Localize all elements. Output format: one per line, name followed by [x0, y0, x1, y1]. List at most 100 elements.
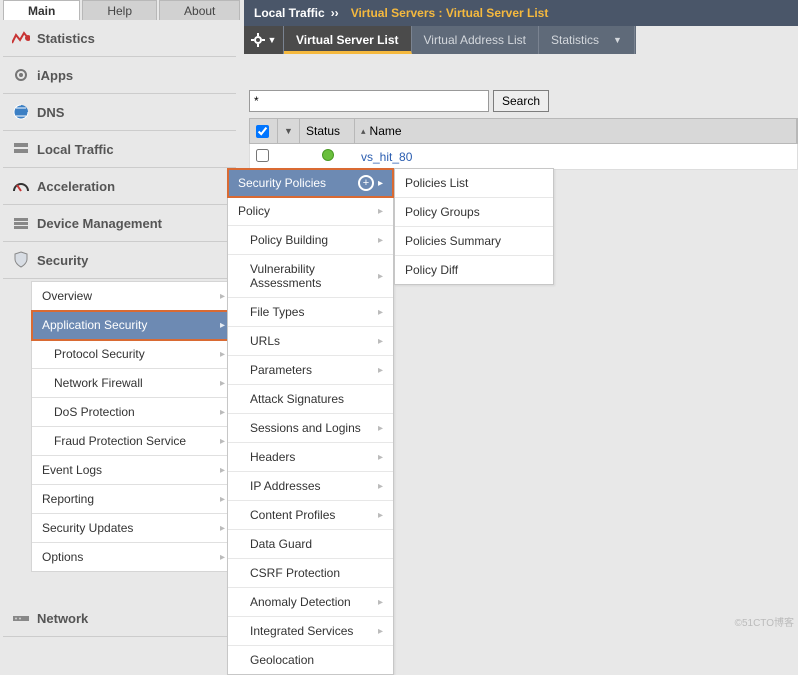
sidebar-acceleration[interactable]: Acceleration: [3, 168, 236, 205]
sidebar-label: Acceleration: [37, 179, 115, 194]
caret-icon: ▸: [378, 510, 383, 521]
fly-attack-signatures[interactable]: Attack Signatures: [228, 385, 393, 414]
sidebar-label: Network: [37, 611, 88, 626]
fly-parameters[interactable]: Parameters▸: [228, 356, 393, 385]
server-icon: [11, 140, 31, 158]
watermark: ©51CTO博客: [735, 614, 794, 629]
fly-policy-building[interactable]: Policy Building▸: [228, 226, 393, 255]
fly-headers[interactable]: Headers▸: [228, 443, 393, 472]
search-button[interactable]: Search: [493, 90, 549, 112]
breadcrumb-current: Virtual Servers : Virtual Server List: [351, 6, 549, 20]
caret-icon: ▸: [378, 423, 383, 434]
gear-icon: [251, 33, 265, 47]
subtab-statistics[interactable]: Statistics▼: [539, 26, 635, 54]
sidebar-device-mgmt[interactable]: Device Management: [3, 205, 236, 242]
row-checkbox[interactable]: [256, 149, 269, 162]
submenu-security-updates[interactable]: Security Updates▸: [32, 514, 235, 543]
col-status[interactable]: Status: [300, 119, 355, 143]
submenu-protocol-security[interactable]: Protocol Security▸: [32, 340, 235, 369]
fly-file-types[interactable]: File Types▸: [228, 298, 393, 327]
fly-ip-addresses[interactable]: IP Addresses▸: [228, 472, 393, 501]
caret-icon: ▸: [378, 235, 383, 246]
caret-icon: ▸: [220, 494, 225, 505]
submenu-event-logs[interactable]: Event Logs▸: [32, 456, 235, 485]
filter-toggle[interactable]: ▼: [278, 119, 300, 143]
sidebar-label: Local Traffic: [37, 142, 114, 157]
submenu-reporting[interactable]: Reporting▸: [32, 485, 235, 514]
sidebar: Statistics iApps DNS Local Traffic Accel…: [3, 20, 236, 637]
submenu-fraud-protection[interactable]: Fraud Protection Service▸: [32, 427, 235, 456]
submenu-network-firewall[interactable]: Network Firewall▸: [32, 369, 235, 398]
caret-icon: ▸: [378, 365, 383, 376]
caret-icon: ▸: [378, 481, 383, 492]
virtual-server-link[interactable]: vs_hit_80: [355, 150, 797, 164]
caret-icon: ▸: [220, 349, 225, 360]
search-input[interactable]: [249, 90, 489, 112]
caret-icon: ▸: [220, 552, 225, 563]
stack-icon: [11, 214, 31, 232]
caret-down-icon: ▼: [268, 35, 277, 45]
breadcrumb: Local Traffic ›› Virtual Servers : Virtu…: [244, 0, 798, 26]
fly-integrated-services[interactable]: Integrated Services▸: [228, 617, 393, 646]
sidebar-label: iApps: [37, 68, 73, 83]
submenu-application-security[interactable]: Application Security▸: [32, 311, 235, 340]
shield-icon: [11, 251, 31, 269]
fly-sessions-logins[interactable]: Sessions and Logins▸: [228, 414, 393, 443]
caret-icon: ▸: [378, 271, 383, 282]
col-name[interactable]: ▴Name: [355, 119, 797, 143]
caret-icon: ▸: [378, 452, 383, 463]
caret-icon: ▸: [378, 307, 383, 318]
sidebar-network[interactable]: Network: [3, 600, 236, 637]
tab-help[interactable]: Help: [82, 0, 157, 20]
submenu-overview[interactable]: Overview▸: [32, 282, 235, 311]
security-submenu: Overview▸ Application Security▸ Protocol…: [31, 281, 236, 572]
flyout-header-security-policies[interactable]: Security Policies + ▸: [228, 169, 393, 197]
caret-icon: ▸: [220, 378, 225, 389]
caret-icon: ▸: [378, 206, 383, 217]
grid-header: ▼ Status ▴Name: [249, 118, 798, 144]
network-icon: [11, 609, 31, 627]
fly2-policy-diff[interactable]: Policy Diff: [395, 256, 553, 284]
sidebar-iapps[interactable]: iApps: [3, 57, 236, 94]
fly-geolocation[interactable]: Geolocation: [228, 646, 393, 674]
caret-icon: ▸: [378, 178, 383, 189]
fly2-policy-groups[interactable]: Policy Groups: [395, 198, 553, 227]
sidebar-statistics[interactable]: Statistics: [3, 20, 236, 57]
fly2-policies-summary[interactable]: Policies Summary: [395, 227, 553, 256]
sidebar-label: Security: [37, 253, 88, 268]
fly-anomaly-detection[interactable]: Anomaly Detection▸: [228, 588, 393, 617]
add-icon[interactable]: +: [358, 175, 374, 191]
status-available-icon: [322, 149, 334, 161]
fly-content-profiles[interactable]: Content Profiles▸: [228, 501, 393, 530]
fly2-policies-list[interactable]: Policies List: [395, 169, 553, 198]
sub-tab-bar: ▼ Virtual Server List Virtual Address Li…: [244, 26, 636, 54]
sidebar-dns[interactable]: DNS: [3, 94, 236, 131]
gear-icon: [11, 66, 31, 84]
sidebar-security[interactable]: Security: [3, 242, 236, 279]
stats-icon: [11, 29, 31, 47]
tab-main[interactable]: Main: [3, 0, 80, 20]
subtab-virtual-address-list[interactable]: Virtual Address List: [412, 26, 540, 54]
globe-icon: [11, 103, 31, 121]
settings-dropdown[interactable]: ▼: [244, 26, 284, 54]
fly-urls[interactable]: URLs▸: [228, 327, 393, 356]
sort-asc-icon: ▴: [361, 126, 366, 137]
sidebar-label: Statistics: [37, 31, 95, 46]
select-all-checkbox[interactable]: [256, 125, 269, 138]
flyout-appsec: Security Policies + ▸ Policy▸ Policy Bui…: [227, 168, 394, 675]
fly-vulnerability-assessments[interactable]: Vulnerability Assessments▸: [228, 255, 393, 298]
subtab-virtual-server-list[interactable]: Virtual Server List: [284, 26, 412, 54]
table-row: vs_hit_80: [249, 144, 798, 170]
fly-policy[interactable]: Policy▸: [228, 197, 393, 226]
caret-icon: ▸: [220, 523, 225, 534]
breadcrumb-root: Local Traffic: [254, 6, 325, 20]
submenu-dos-protection[interactable]: DoS Protection▸: [32, 398, 235, 427]
sidebar-local-traffic[interactable]: Local Traffic: [3, 131, 236, 168]
fly-data-guard[interactable]: Data Guard: [228, 530, 393, 559]
fly-csrf-protection[interactable]: CSRF Protection: [228, 559, 393, 588]
caret-icon: ▸: [378, 597, 383, 608]
submenu-options[interactable]: Options▸: [32, 543, 235, 571]
caret-icon: ▸: [220, 436, 225, 447]
caret-icon: ▸: [220, 465, 225, 476]
tab-about[interactable]: About: [159, 0, 240, 20]
